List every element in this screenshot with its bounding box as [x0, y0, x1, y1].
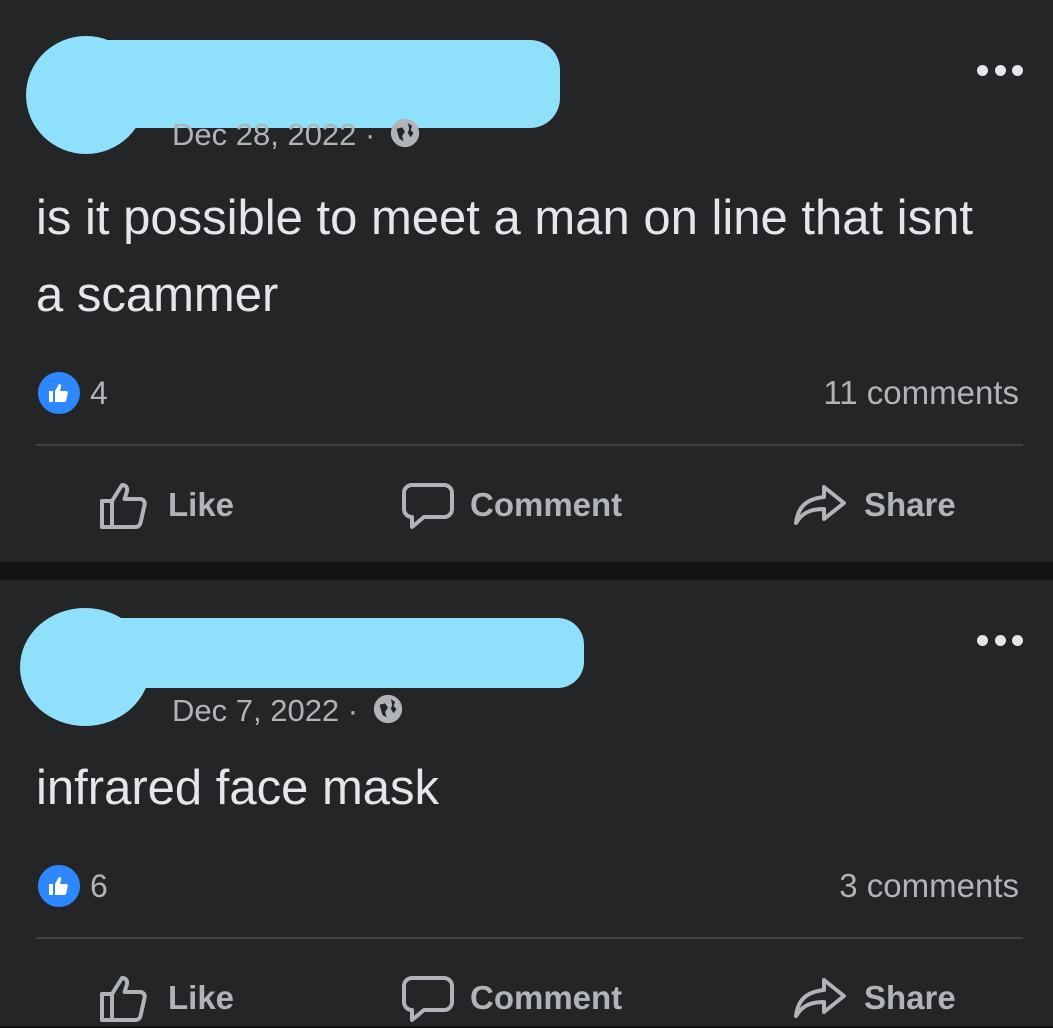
- post-date[interactable]: Dec 7, 2022 ·: [172, 693, 358, 728]
- share-button[interactable]: Share: [790, 968, 956, 1028]
- like-button[interactable]: Like: [98, 968, 234, 1028]
- post-card: Dec 28, 2022 · is it possible to meet a …: [0, 0, 1053, 562]
- comment-label: Comment: [470, 979, 623, 1016]
- globe-icon: [388, 116, 422, 158]
- like-count: 4: [90, 374, 108, 411]
- divider: [36, 444, 1023, 446]
- comment-button[interactable]: Comment: [400, 968, 622, 1028]
- author-name-redacted[interactable]: [60, 40, 560, 128]
- action-bar: Like Comment Share: [0, 475, 1053, 535]
- globe-icon: [371, 692, 405, 734]
- thumbs-up-outline-icon: [100, 976, 147, 1022]
- reaction-summary[interactable]: 4: [36, 370, 108, 416]
- divider: [36, 937, 1023, 939]
- thumbs-up-outline-icon: [100, 483, 147, 529]
- share-arrow-icon: [794, 485, 846, 525]
- share-label: Share: [864, 979, 956, 1016]
- reaction-summary[interactable]: 6: [36, 863, 108, 909]
- like-label: Like: [168, 979, 235, 1016]
- thumbs-up-icon: [36, 370, 82, 416]
- more-options-icon[interactable]: [977, 63, 1023, 77]
- post-date[interactable]: Dec 28, 2022 ·: [172, 117, 375, 152]
- like-count: 6: [90, 867, 108, 904]
- thumbs-up-icon: [36, 863, 82, 909]
- action-bar: Like Comment Share: [0, 968, 1053, 1028]
- comment-button[interactable]: Comment: [400, 475, 622, 535]
- share-label: Share: [864, 486, 956, 523]
- post-meta: Dec 28, 2022 ·: [172, 116, 422, 158]
- author-name-redacted[interactable]: [60, 618, 584, 688]
- post-card: Dec 7, 2022 · infrared face mask 6 3 com…: [0, 580, 1053, 1026]
- post-text: infrared face mask: [36, 761, 440, 815]
- post-meta: Dec 7, 2022 ·: [172, 692, 405, 734]
- comment-label: Comment: [470, 486, 623, 523]
- speech-bubble-icon: [402, 976, 454, 1022]
- like-button[interactable]: Like: [98, 475, 234, 535]
- more-options-icon[interactable]: [977, 633, 1023, 647]
- share-arrow-icon: [794, 978, 846, 1018]
- speech-bubble-icon: [402, 483, 454, 529]
- like-label: Like: [168, 486, 235, 523]
- post-text: is it possible to meet a man on line tha…: [36, 191, 973, 322]
- comments-count[interactable]: 11 comments: [823, 374, 1019, 412]
- comments-count[interactable]: 3 comments: [839, 867, 1019, 905]
- share-button[interactable]: Share: [790, 475, 956, 535]
